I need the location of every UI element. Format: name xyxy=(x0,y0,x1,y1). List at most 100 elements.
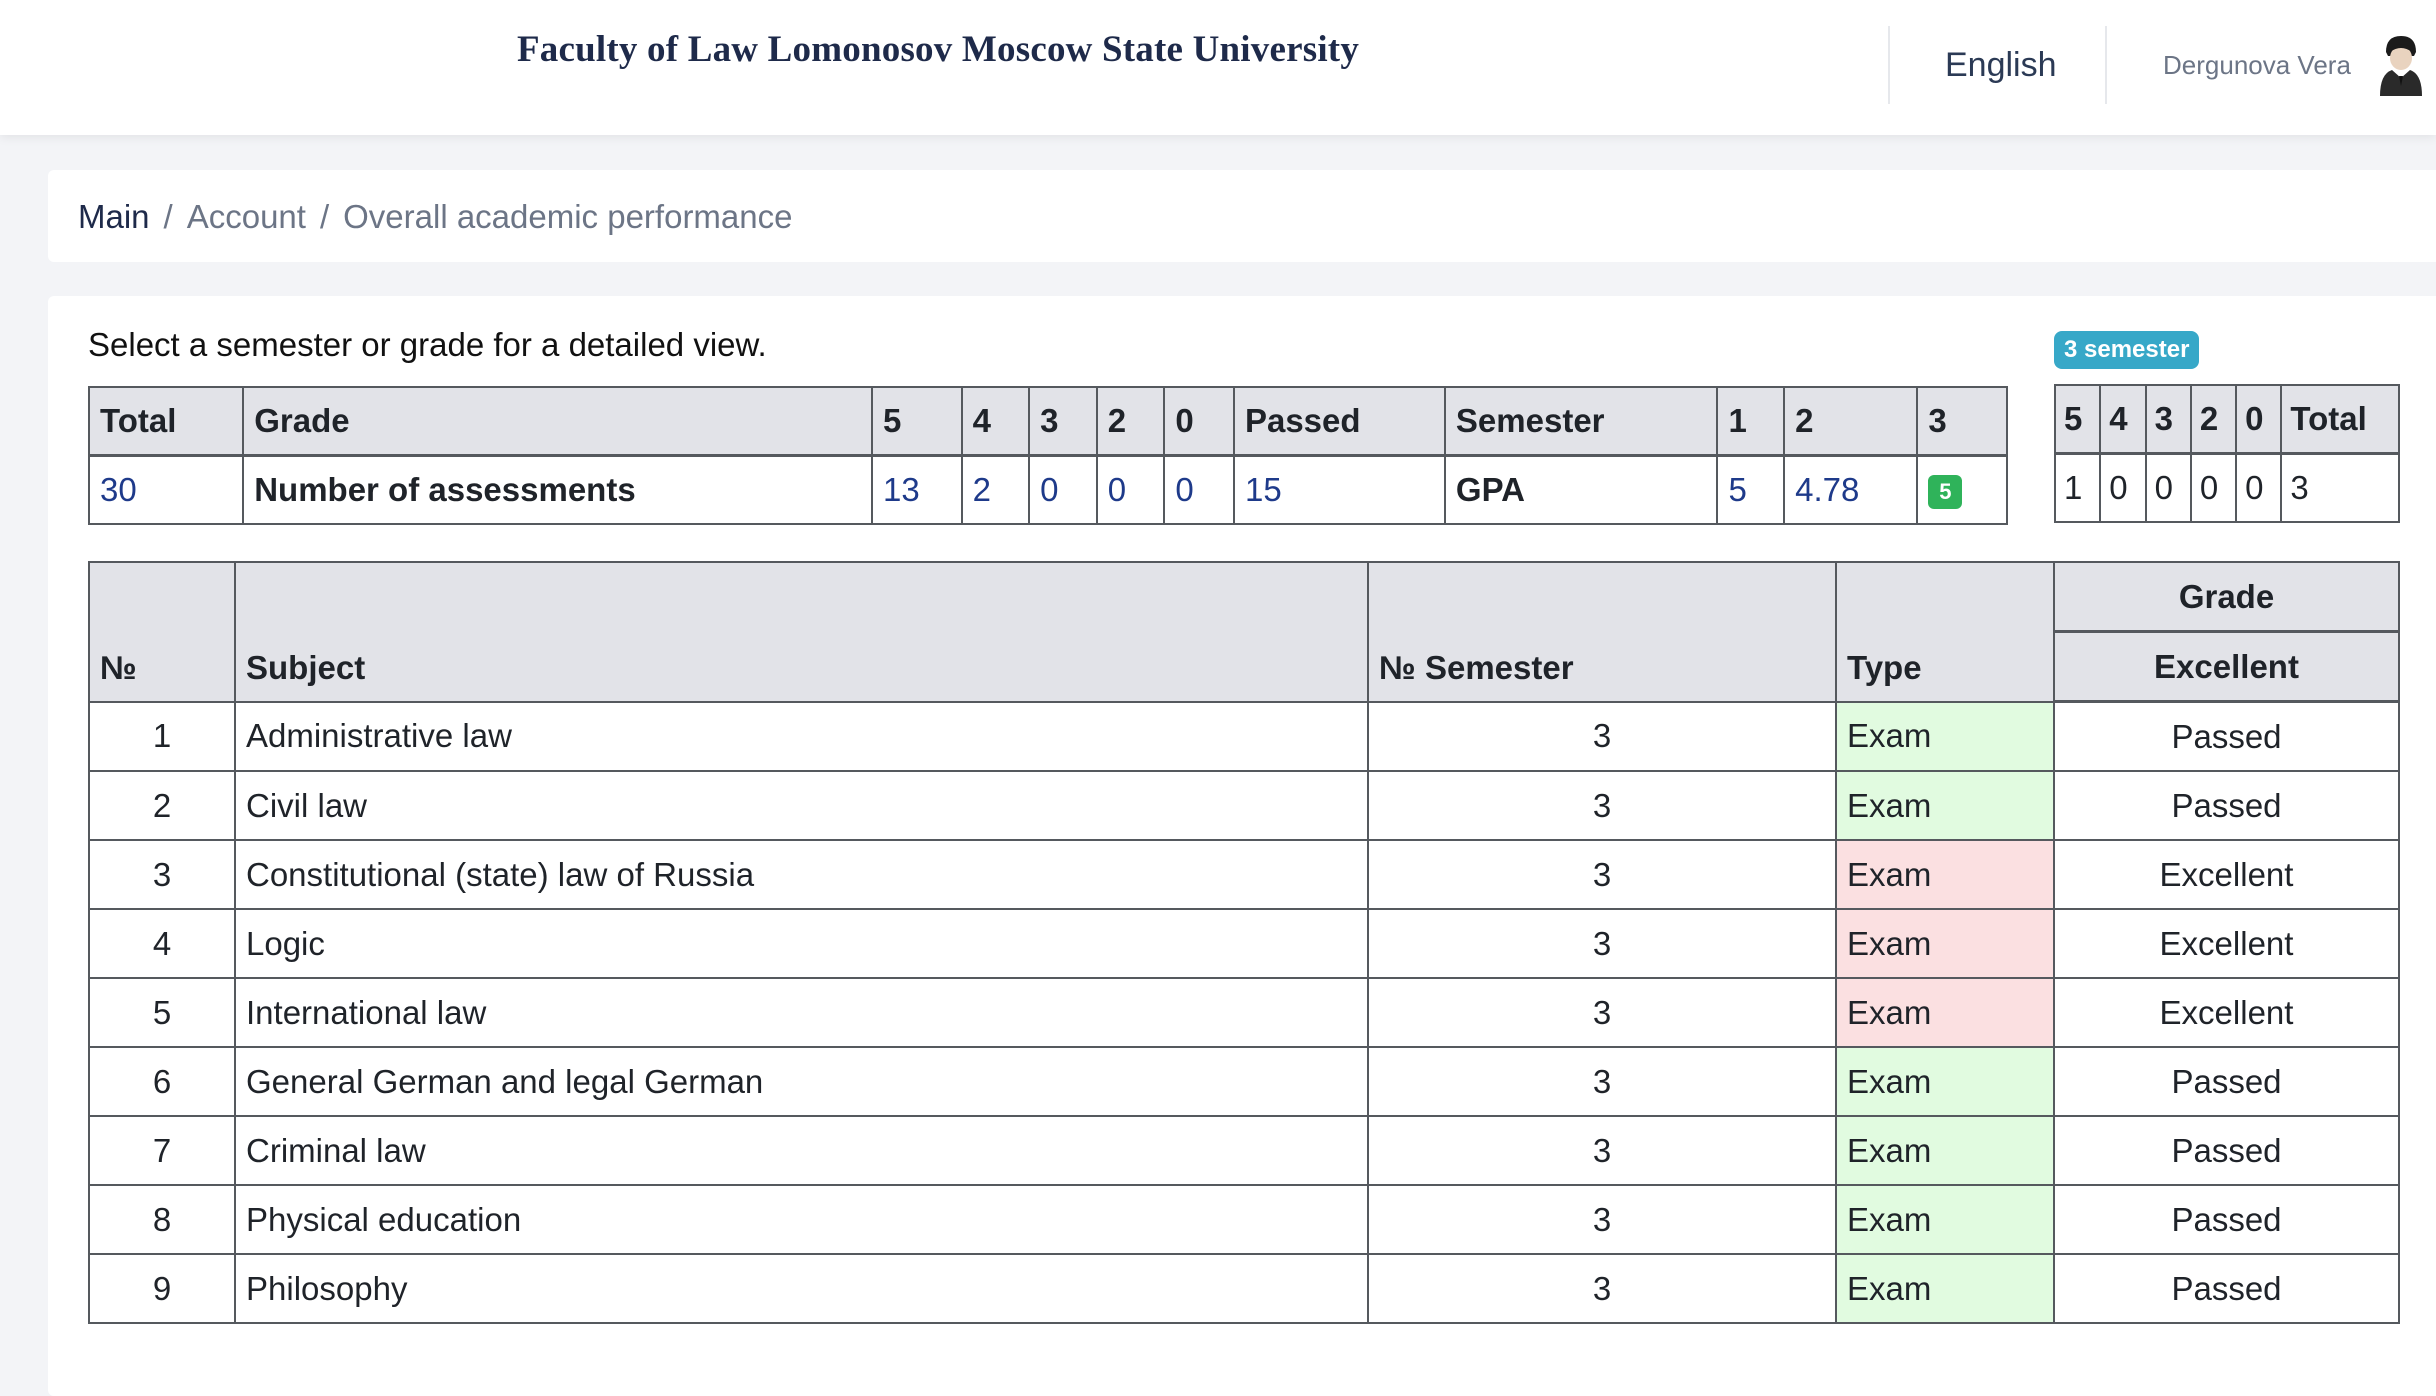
summary-header-grade: Grade xyxy=(242,386,873,457)
grade-row-no: 4 xyxy=(88,908,236,979)
gpa-semester-3-badge[interactable]: 5 xyxy=(1928,475,1963,510)
user-avatar-icon[interactable] xyxy=(2378,34,2424,96)
semester-summary-value-0[interactable]: 0 xyxy=(2235,452,2283,523)
grade-row-grade: Passed xyxy=(2053,770,2400,841)
table-row[interactable]: 7 Criminal law 3 Exam Passed xyxy=(88,1115,2400,1186)
gpa-semester-3-cell[interactable]: 5 xyxy=(1916,454,2008,525)
summary-count-4[interactable]: 2 xyxy=(960,454,1031,525)
semester-summary-header-4: 4 xyxy=(2099,384,2147,455)
table-row[interactable]: 3 Constitutional (state) law of Russia 3 Ex… xyxy=(88,839,2400,910)
summary-count-0[interactable]: 0 xyxy=(1163,454,1235,525)
summary-header-4[interactable]: 4 xyxy=(960,386,1031,457)
grade-row-subject[interactable]: Criminal law xyxy=(234,1115,1369,1186)
grade-row-grade: Passed xyxy=(2053,700,2400,772)
grade-row-semester: 3 xyxy=(1367,700,1837,772)
grade-row-no: 6 xyxy=(88,1046,236,1117)
summary-total-value[interactable]: 30 xyxy=(87,454,245,525)
grades-header-type[interactable]: Type xyxy=(1835,561,2055,703)
grade-row-grade: Excellent xyxy=(2053,977,2400,1048)
grade-row-semester: 3 xyxy=(1367,977,1837,1048)
gpa-semester-2[interactable]: 4.78 xyxy=(1783,454,1919,525)
summary-count-passed[interactable]: 15 xyxy=(1232,454,1446,525)
grades-header-grade-group: Grade xyxy=(2053,561,2400,633)
grade-row-no: 2 xyxy=(88,770,236,841)
grade-row-semester: 3 xyxy=(1367,1115,1837,1186)
grade-row-grade: Passed xyxy=(2053,1253,2400,1324)
user-name[interactable]: Dergunova Vera xyxy=(2163,50,2351,81)
breadcrumb: Main / Account / Overall academic performanc… xyxy=(78,198,792,236)
table-row[interactable]: 6 General German and legal German 3 Exam Pas… xyxy=(88,1046,2400,1117)
grade-row-subject[interactable]: Philosophy xyxy=(234,1253,1369,1324)
summary-header-semester: Semester xyxy=(1443,386,1719,457)
grade-row-subject[interactable]: Physical education xyxy=(234,1184,1369,1255)
grade-row-semester: 3 xyxy=(1367,1184,1837,1255)
table-row[interactable]: 1 Administrative law 3 Exam Passed xyxy=(88,700,2400,772)
summary-count-5[interactable]: 13 xyxy=(871,454,963,525)
summary-count-3[interactable]: 0 xyxy=(1028,454,1098,525)
summary-header-5[interactable]: 5 xyxy=(871,386,963,457)
grade-row-grade: Excellent xyxy=(2053,908,2400,979)
grade-row-grade: Excellent xyxy=(2053,839,2400,910)
grade-row-no: 5 xyxy=(88,977,236,1048)
grade-row-subject[interactable]: Civil law xyxy=(234,770,1369,841)
breadcrumb-current: Overall academic performance xyxy=(343,198,793,235)
semester-summary-value-4[interactable]: 0 xyxy=(2099,452,2147,523)
semester-summary-value-3[interactable]: 0 xyxy=(2144,452,2192,523)
summary-header-row: Total Grade 5 4 3 2 0 Passed Semester 1 … xyxy=(87,386,2008,457)
semester-summary-header-row: 5 4 3 2 0 Total xyxy=(2053,384,2400,455)
table-row[interactable]: 9 Philosophy 3 Exam Passed xyxy=(88,1253,2400,1324)
semester-summary-value-total[interactable]: 3 xyxy=(2280,452,2400,523)
grades-table: № Subject № Semester Type Grade Excellen… xyxy=(88,561,2400,1324)
summary-header-2[interactable]: 2 xyxy=(1095,386,1166,457)
grade-row-grade: Passed xyxy=(2053,1046,2400,1117)
grade-row-no: 7 xyxy=(88,1115,236,1186)
breadcrumb-main[interactable]: Main xyxy=(78,198,150,235)
summary-header-total[interactable]: Total xyxy=(87,386,245,457)
grade-row-grade: Passed xyxy=(2053,1184,2400,1255)
breadcrumb-bar: Main / Account / Overall academic performanc… xyxy=(48,170,2436,262)
header-divider xyxy=(2105,26,2107,104)
grade-row-subject[interactable]: Logic xyxy=(234,908,1369,979)
grades-header-no[interactable]: № xyxy=(88,561,236,703)
table-row[interactable]: 2 Civil law 3 Exam Passed xyxy=(88,770,2400,841)
grade-row-no: 8 xyxy=(88,1184,236,1255)
grade-row-semester: 3 xyxy=(1367,908,1837,979)
site-title[interactable]: Faculty of Law Lomonosov Moscow State Un… xyxy=(517,28,1359,71)
semester-summary-header-3: 3 xyxy=(2144,384,2192,455)
summary-header-sem-3[interactable]: 3 xyxy=(1916,386,2008,457)
summary-count-2[interactable]: 0 xyxy=(1095,454,1166,525)
grade-row-type: Exam xyxy=(1835,770,2055,841)
header-divider xyxy=(1888,26,1890,104)
grade-row-subject[interactable]: International law xyxy=(234,977,1369,1048)
language-selector[interactable]: English xyxy=(1945,46,2057,85)
grade-row-semester: 3 xyxy=(1367,770,1837,841)
summary-header-sem-1[interactable]: 1 xyxy=(1716,386,1786,457)
grades-header-subject[interactable]: Subject xyxy=(234,561,1369,703)
gpa-semester-1[interactable]: 5 xyxy=(1716,454,1786,525)
grades-header-grade-excellent[interactable]: Excellent xyxy=(2053,630,2400,703)
semester-summary-header-total: Total xyxy=(2280,384,2400,455)
semester-summary-header-2: 2 xyxy=(2189,384,2238,455)
summary-header-0[interactable]: 0 xyxy=(1163,386,1235,457)
grade-row-no: 1 xyxy=(88,700,236,772)
semester-summary-value-5[interactable]: 1 xyxy=(2053,452,2102,523)
table-row[interactable]: 5 International law 3 Exam Excellent xyxy=(88,977,2400,1048)
summary-header-sem-2[interactable]: 2 xyxy=(1783,386,1919,457)
semester-badge[interactable]: 3 semester xyxy=(2054,331,2200,369)
grade-row-subject[interactable]: Constitutional (state) law of Russia xyxy=(234,839,1369,910)
grades-header-semester[interactable]: № Semester xyxy=(1367,561,1837,703)
grade-row-subject[interactable]: Administrative law xyxy=(234,700,1369,772)
grade-row-subject[interactable]: General German and legal German xyxy=(234,1046,1369,1117)
table-row[interactable]: 4 Logic 3 Exam Excellent xyxy=(88,908,2400,979)
grade-row-type: Exam xyxy=(1835,700,2055,772)
breadcrumb-account[interactable]: Account xyxy=(187,198,306,235)
summary-header-passed[interactable]: Passed xyxy=(1232,386,1446,457)
summary-row: 30 Number of assessments 13 2 0 0 0 15 G… xyxy=(87,454,2008,525)
summary-header-3[interactable]: 3 xyxy=(1028,386,1098,457)
breadcrumb-separator: / xyxy=(319,198,330,235)
grade-row-type: Exam xyxy=(1835,1046,2055,1117)
breadcrumb-separator: / xyxy=(163,198,173,235)
grade-row-type: Exam xyxy=(1835,1184,2055,1255)
table-row[interactable]: 8 Physical education 3 Exam Passed xyxy=(88,1184,2400,1255)
semester-summary-value-2[interactable]: 0 xyxy=(2189,452,2238,523)
